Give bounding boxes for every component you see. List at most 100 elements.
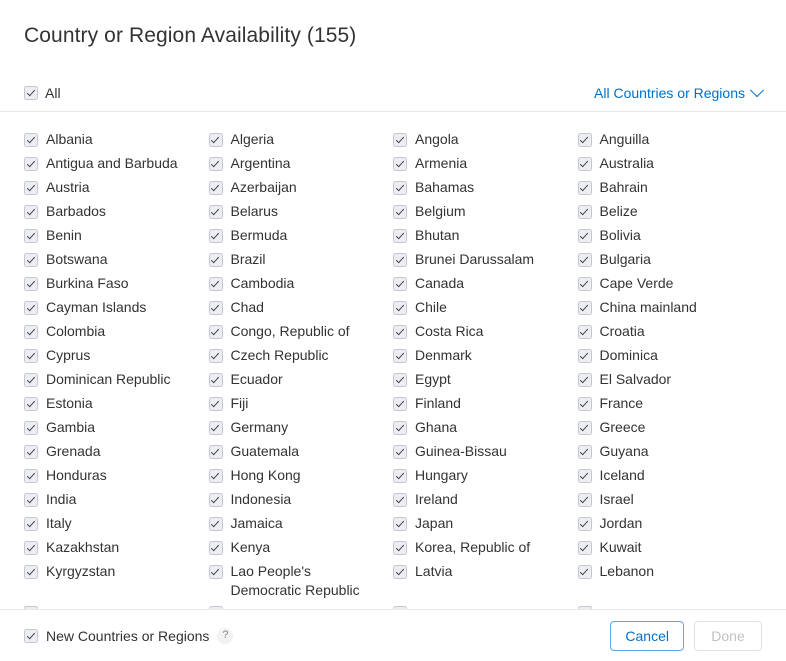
country-checkbox[interactable] <box>577 301 592 315</box>
country-checkbox[interactable] <box>577 205 592 219</box>
country-checkbox[interactable] <box>24 373 38 387</box>
country-checkbox[interactable] <box>208 517 223 531</box>
country-list-item[interactable]: Azerbaijan <box>208 178 394 202</box>
country-checkbox[interactable] <box>208 373 223 387</box>
country-checkbox[interactable] <box>577 253 592 267</box>
country-checkbox[interactable] <box>393 133 407 147</box>
country-checkbox[interactable] <box>208 301 223 315</box>
country-list-item[interactable]: Honduras <box>24 466 209 490</box>
country-list-item[interactable]: Cayman Islands <box>24 298 209 322</box>
country-checkbox[interactable] <box>393 541 407 555</box>
country-list-item[interactable]: Croatia <box>577 322 763 346</box>
country-checkbox[interactable] <box>24 229 38 243</box>
country-checkbox[interactable] <box>577 181 592 195</box>
country-checkbox[interactable] <box>208 397 223 411</box>
country-list-item[interactable]: Brunei Darussalam <box>393 250 578 274</box>
country-list-item[interactable]: China mainland <box>577 298 763 322</box>
country-list-item[interactable]: Benin <box>24 226 209 250</box>
country-checkbox[interactable] <box>577 469 592 483</box>
country-checkbox[interactable] <box>208 253 223 267</box>
country-list-item[interactable]: Germany <box>208 418 394 442</box>
country-checkbox[interactable] <box>208 229 223 243</box>
country-checkbox[interactable] <box>208 205 223 219</box>
country-checkbox[interactable] <box>24 181 38 195</box>
country-checkbox[interactable] <box>577 397 592 411</box>
country-checkbox[interactable] <box>208 277 223 291</box>
country-list-item[interactable]: Jordan <box>577 514 763 538</box>
country-list-item[interactable]: Finland <box>393 394 578 418</box>
country-list-item[interactable]: Fiji <box>208 394 394 418</box>
country-list-item[interactable]: Cyprus <box>24 346 209 370</box>
country-list-item[interactable]: Hong Kong <box>208 466 394 490</box>
country-list-item[interactable]: France <box>577 394 763 418</box>
country-list-item[interactable]: Gambia <box>24 418 209 442</box>
country-checkbox[interactable] <box>577 133 592 147</box>
country-list-item[interactable]: Australia <box>577 154 763 178</box>
country-checkbox[interactable] <box>577 421 592 435</box>
country-list-item[interactable]: Burkina Faso <box>24 274 209 298</box>
country-list-item[interactable]: Ecuador <box>208 370 394 394</box>
new-regions-control[interactable]: New Countries or Regions ? <box>24 627 234 644</box>
country-list-item[interactable]: Guinea-Bissau <box>393 442 578 466</box>
country-list-item[interactable]: Guyana <box>577 442 763 466</box>
country-checkbox[interactable] <box>393 229 407 243</box>
country-list-item[interactable]: Antigua and Barbuda <box>24 154 209 178</box>
country-checkbox[interactable] <box>577 349 592 363</box>
country-list-item[interactable]: Grenada <box>24 442 209 466</box>
country-checkbox[interactable] <box>393 277 407 291</box>
country-checkbox[interactable] <box>24 493 38 507</box>
country-list-item[interactable]: Bhutan <box>393 226 578 250</box>
country-list-item[interactable]: Canada <box>393 274 578 298</box>
country-list-item[interactable]: Congo, Republic of <box>208 322 394 346</box>
country-list-item[interactable]: El Salvador <box>577 370 763 394</box>
country-list-item[interactable]: Estonia <box>24 394 209 418</box>
country-list-item[interactable]: Bulgaria <box>577 250 763 274</box>
country-list-item[interactable]: Bolivia <box>577 226 763 250</box>
country-checkbox[interactable] <box>24 517 38 531</box>
country-checkbox[interactable] <box>393 373 407 387</box>
country-list-item[interactable]: Italy <box>24 514 209 538</box>
country-checkbox[interactable] <box>577 157 592 171</box>
country-list-scroll-area[interactable]: Albania Antigua and Barbuda Austria Barbado… <box>0 112 786 609</box>
country-list-item[interactable]: Costa Rica <box>393 322 578 346</box>
country-list-item[interactable]: Bahrain <box>577 178 763 202</box>
country-list-item[interactable]: Latvia <box>393 562 578 586</box>
country-list-item[interactable]: Indonesia <box>208 490 394 514</box>
country-list-item[interactable]: Lebanon <box>577 562 763 586</box>
country-list-item[interactable]: Bahamas <box>393 178 578 202</box>
country-checkbox[interactable] <box>393 301 407 315</box>
select-all-checkbox[interactable] <box>24 85 38 100</box>
country-list-item[interactable]: Kazakhstan <box>24 538 209 562</box>
country-list-item[interactable]: Belarus <box>208 202 394 226</box>
country-checkbox[interactable] <box>393 205 407 219</box>
country-checkbox[interactable] <box>393 421 407 435</box>
country-checkbox[interactable] <box>393 349 407 363</box>
country-list-item[interactable]: Ghana <box>393 418 578 442</box>
country-list-item[interactable]: Chile <box>393 298 578 322</box>
country-checkbox[interactable] <box>577 541 592 555</box>
country-checkbox[interactable] <box>24 397 38 411</box>
country-checkbox[interactable] <box>24 301 38 315</box>
country-checkbox[interactable] <box>208 157 223 171</box>
country-list-item[interactable]: Japan <box>393 514 578 538</box>
country-checkbox[interactable] <box>208 325 223 339</box>
country-checkbox[interactable] <box>393 445 407 459</box>
country-checkbox[interactable] <box>24 445 38 459</box>
country-list-item[interactable]: Jamaica <box>208 514 394 538</box>
country-checkbox[interactable] <box>208 421 223 435</box>
country-list-item[interactable]: Iceland <box>577 466 763 490</box>
country-checkbox[interactable] <box>393 253 407 267</box>
country-list-item[interactable]: Bermuda <box>208 226 394 250</box>
country-checkbox[interactable] <box>577 445 592 459</box>
country-checkbox[interactable] <box>577 277 592 291</box>
country-checkbox[interactable] <box>24 277 38 291</box>
country-checkbox[interactable] <box>577 229 592 243</box>
country-checkbox[interactable] <box>393 517 407 531</box>
country-checkbox[interactable] <box>24 133 38 147</box>
country-checkbox[interactable] <box>24 205 38 219</box>
country-list-item[interactable]: Kyrgyzstan <box>24 562 209 586</box>
country-list-item[interactable]: Anguilla <box>577 130 763 154</box>
select-all-control[interactable]: All <box>24 85 61 101</box>
country-checkbox[interactable] <box>577 373 592 387</box>
country-checkbox[interactable] <box>393 397 407 411</box>
